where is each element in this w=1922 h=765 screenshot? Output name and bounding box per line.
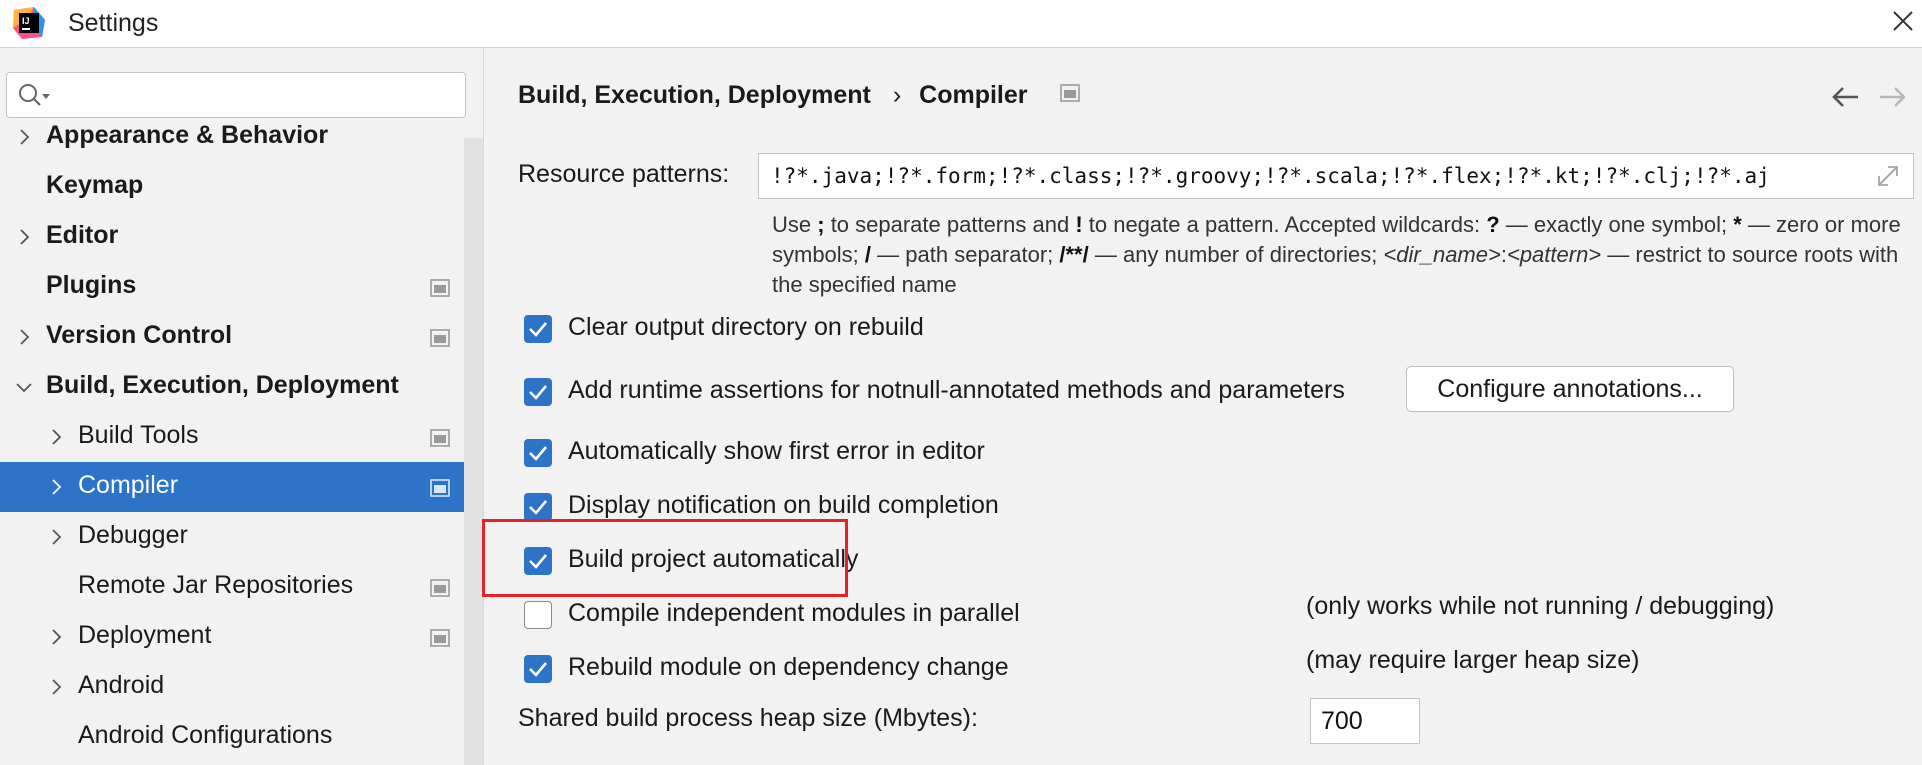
checkmark-icon	[529, 500, 547, 515]
checkbox[interactable]	[524, 439, 552, 467]
project-level-icon	[430, 429, 450, 447]
chevron-right-icon[interactable]	[46, 627, 66, 647]
heap-size-label: Shared build process heap size (Mbytes):	[518, 704, 978, 732]
sidebar-scrollbar[interactable]	[464, 138, 483, 765]
sidebar-item-label: Build, Execution, Deployment	[46, 371, 399, 399]
project-level-icon	[430, 279, 450, 297]
forward-arrow-icon[interactable]	[1876, 84, 1910, 110]
sidebar-item-debugger[interactable]: Debugger	[0, 512, 464, 562]
sidebar-item-keymap[interactable]: Keymap	[0, 162, 464, 212]
sidebar-item-label: Editor	[46, 221, 119, 249]
sidebar-item-label: Build Tools	[78, 421, 199, 449]
checkbox[interactable]	[524, 547, 552, 575]
svg-text:IJ: IJ	[22, 16, 30, 26]
close-icon[interactable]	[1888, 6, 1918, 36]
heap-size-input[interactable]: 700	[1310, 698, 1420, 744]
project-level-icon	[430, 629, 450, 647]
sidebar-item-build-execution-deployment[interactable]: Build, Execution, Deployment	[0, 362, 464, 412]
chevron-right-icon[interactable]	[46, 427, 66, 447]
project-level-icon	[430, 329, 450, 347]
chevron-right-icon[interactable]	[14, 127, 34, 147]
sidebar-item-label: Plugins	[46, 271, 137, 299]
sidebar-item-plugins[interactable]: Plugins	[0, 262, 464, 312]
sidebar-item-version-control[interactable]: Version Control	[0, 312, 464, 362]
sidebar-item-label: Android	[78, 671, 165, 699]
breadcrumb-separator: ›	[892, 80, 902, 109]
intellij-idea-icon: IJ	[13, 7, 45, 39]
resource-patterns-input[interactable]: !?*.java;!?*.form;!?*.class;!?*.groovy;!…	[758, 153, 1914, 199]
checkbox-label[interactable]: Clear output directory on rebuild	[568, 313, 924, 342]
resource-patterns-hint: Use ; to separate patterns and ! to nega…	[772, 212, 1901, 297]
sidebar-item-appearance-behavior[interactable]: Appearance & Behavior	[0, 112, 464, 162]
sidebar-item-label: Keymap	[46, 171, 144, 199]
project-level-icon	[430, 579, 450, 597]
checkbox[interactable]	[524, 655, 552, 683]
search-icon[interactable]	[17, 82, 57, 110]
checkbox-label[interactable]: Add runtime assertions for notnull-annot…	[568, 376, 1345, 405]
compiler-settings-panel: Build, Execution, Deployment › Compiler Re…	[482, 48, 1922, 765]
checkbox-label[interactable]: Build project automatically	[568, 545, 858, 574]
checkbox[interactable]	[524, 315, 552, 343]
chevron-down-icon[interactable]	[14, 377, 34, 397]
sidebar-item-editor[interactable]: Editor	[0, 212, 464, 262]
option-rebuild-module-on-dependency-change[interactable]: Rebuild module on dependency change	[524, 652, 1424, 688]
sidebar-item-compiler[interactable]: Compiler	[0, 462, 464, 512]
sidebar-item-label: Debugger	[78, 521, 188, 549]
checkbox-label[interactable]: Rebuild module on dependency change	[568, 653, 1009, 682]
checkbox-label[interactable]: Automatically show first error in editor	[568, 437, 985, 466]
checkmark-icon	[529, 385, 547, 400]
sidebar-item-label: Deployment	[78, 621, 212, 649]
sidebar-item-deployment[interactable]: Deployment	[0, 612, 464, 662]
checkbox-label[interactable]: Compile independent modules in parallel	[568, 599, 1020, 628]
option-add-runtime-assertions-for-notnull-annotated-methods-and-parameters[interactable]: Add runtime assertions for notnull-annot…	[524, 375, 1424, 411]
sidebar-item-label: Version Control	[46, 321, 233, 349]
breadcrumb: Build, Execution, Deployment › Compiler	[518, 80, 1081, 110]
option-display-notification-on-build-completion[interactable]: Display notification on build completion	[524, 490, 1424, 526]
configure-annotations-button[interactable]: Configure annotations...	[1406, 366, 1734, 412]
checkbox[interactable]	[524, 378, 552, 406]
checkmark-icon	[529, 554, 547, 569]
breadcrumb-current: Compiler	[919, 80, 1028, 109]
option-compile-independent-modules-in-parallel[interactable]: Compile independent modules in parallel	[524, 598, 1424, 634]
chevron-right-icon[interactable]	[14, 227, 34, 247]
checkbox[interactable]	[524, 601, 552, 629]
sidebar-item-android[interactable]: Android	[0, 662, 464, 712]
breadcrumb-parent[interactable]: Build, Execution, Deployment	[518, 81, 871, 110]
sidebar-item-label: Compiler	[78, 471, 179, 499]
option-automatically-show-first-error-in-editor[interactable]: Automatically show first error in editor	[524, 436, 1424, 472]
chevron-right-icon[interactable]	[46, 477, 66, 497]
chevron-right-icon[interactable]	[14, 327, 34, 347]
sidebar-item-label: Android Configurations	[78, 721, 333, 749]
window-title: Settings	[68, 9, 159, 37]
chevron-right-icon[interactable]	[46, 677, 66, 697]
checkbox[interactable]	[524, 493, 552, 521]
back-arrow-icon[interactable]	[1828, 84, 1862, 110]
sidebar-item-label: Appearance & Behavior	[46, 121, 329, 149]
sidebar-item-android-configurations[interactable]: Android Configurations	[0, 712, 464, 762]
project-level-icon	[1060, 84, 1081, 102]
expand-icon[interactable]	[1874, 162, 1902, 190]
title-bar: IJ Settings	[0, 0, 1922, 48]
auto-build-note: (only works while not running / debuggin…	[1306, 592, 1775, 620]
parallel-note: (may require larger heap size)	[1306, 646, 1640, 674]
checkmark-icon	[529, 662, 547, 677]
project-level-icon	[430, 479, 450, 497]
chevron-right-icon[interactable]	[46, 527, 66, 547]
settings-sidebar: Appearance & Behavior Keymap Editor Plugins…	[0, 48, 484, 765]
sidebar-item-build-tools[interactable]: Build Tools	[0, 412, 464, 462]
checkmark-icon	[529, 446, 547, 461]
option-clear-output-directory-on-rebuild[interactable]: Clear output directory on rebuild	[524, 312, 1424, 348]
option-build-project-automatically[interactable]: Build project automatically	[524, 544, 1424, 580]
checkmark-icon	[529, 322, 547, 337]
sidebar-item-label: Remote Jar Repositories	[78, 571, 354, 599]
sidebar-item-remote-jar-repositories[interactable]: Remote Jar Repositories	[0, 562, 464, 612]
resource-patterns-label: Resource patterns:	[518, 160, 730, 188]
checkbox-label[interactable]: Display notification on build completion	[568, 491, 999, 520]
